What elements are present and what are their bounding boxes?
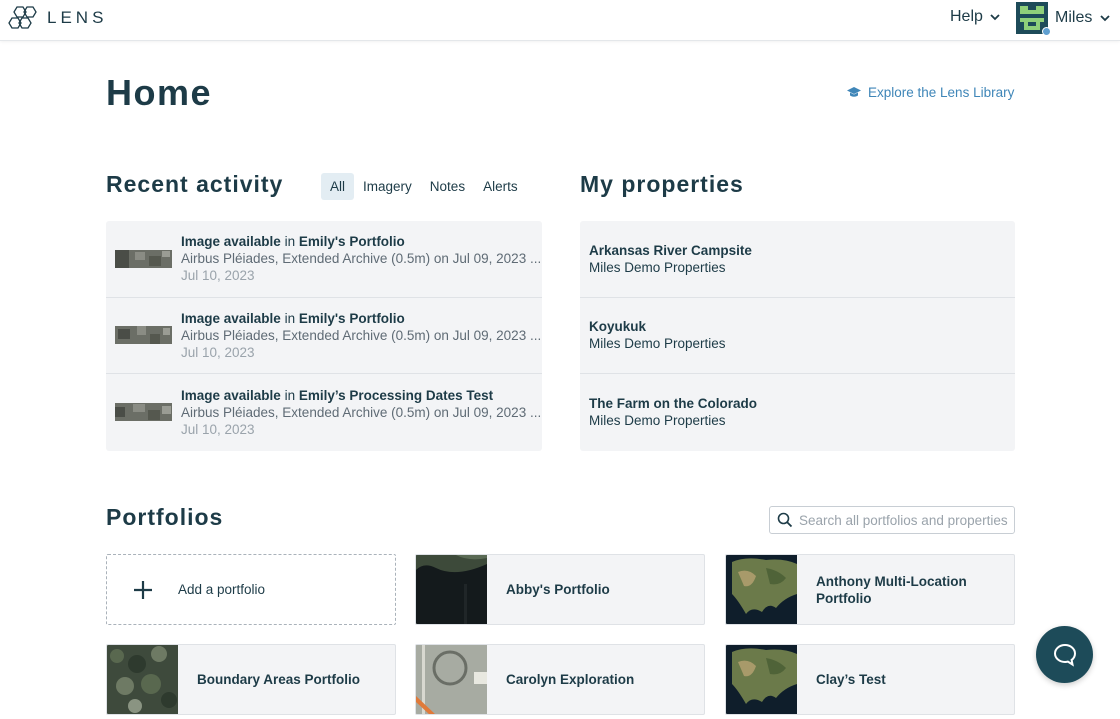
portfolio-name: Clay’s Test [816, 672, 886, 687]
portfolio-name: Boundary Areas Portfolio [197, 672, 361, 687]
imagery-thumbnail [115, 403, 172, 422]
activity-connector: in [280, 387, 299, 403]
top-bar: LENS Help Miles [0, 0, 1120, 41]
activity-connector: in [280, 310, 299, 326]
activity-target[interactable]: Emily's Portfolio [299, 234, 405, 249]
portfolio-name: Carolyn Exploration [506, 672, 635, 687]
portfolio-card[interactable]: Boundary Areas Portfolio [106, 644, 396, 715]
plus-icon [134, 580, 152, 599]
activity-detail: Airbus Pléiades, Extended Archive (0.5m)… [181, 327, 542, 343]
tab-alerts[interactable]: Alerts [474, 173, 527, 200]
chevron-down-icon [990, 14, 1000, 21]
imagery-thumbnail [115, 326, 172, 345]
activity-detail: Airbus Pléiades, Extended Archive (0.5m)… [181, 251, 542, 267]
activity-event: Image available [181, 387, 281, 403]
chat-bubble-icon [1053, 643, 1076, 667]
portfolio-card[interactable]: Carolyn Exploration [415, 644, 705, 715]
lens-logo[interactable]: LENS [8, 5, 107, 31]
property-item[interactable]: Arkansas River Campsite Miles Demo Prope… [580, 221, 1015, 298]
online-status-dot [1042, 27, 1051, 36]
portfolio-name: Abby's Portfolio [506, 582, 610, 597]
portfolio-thumbnail [726, 555, 797, 624]
activity-target[interactable]: Emily’s Processing Dates Test [299, 388, 493, 403]
activity-date: Jul 10, 2023 [181, 421, 255, 437]
activity-date: Jul 10, 2023 [181, 268, 255, 284]
add-portfolio-label: Add a portfolio [178, 582, 266, 597]
recent-activity-title: Recent activity [106, 171, 284, 197]
avatar [1016, 2, 1051, 36]
activity-event: Image available [181, 310, 281, 326]
activity-item[interactable]: Image available in Emily's Portfolio Air… [106, 221, 542, 298]
portfolio-card[interactable]: Abby's Portfolio [415, 554, 705, 625]
activity-detail: Airbus Pléiades, Extended Archive (0.5m)… [181, 404, 542, 420]
search-icon [777, 512, 793, 528]
search-input[interactable] [799, 512, 1009, 528]
property-item[interactable]: Koyukuk Miles Demo Properties [580, 298, 1015, 374]
activity-date: Jul 10, 2023 [181, 344, 255, 360]
property-name: Arkansas River Campsite [589, 242, 752, 258]
imagery-thumbnail [115, 249, 172, 268]
activity-connector: in [280, 234, 299, 250]
portfolios-title: Portfolios [106, 504, 224, 530]
property-name: Koyukuk [589, 319, 647, 335]
user-name: Miles [1055, 9, 1093, 26]
portfolio-thumbnail [416, 645, 487, 714]
tab-imagery[interactable]: Imagery [354, 173, 421, 200]
property-item[interactable]: The Farm on the Colorado Miles Demo Prop… [580, 374, 1015, 451]
logo-text: LENS [47, 8, 108, 27]
portfolio-card[interactable]: Clay’s Test [725, 644, 1015, 715]
tab-all[interactable]: All [321, 173, 355, 200]
property-group: Miles Demo Properties [589, 259, 726, 275]
graduation-cap-icon [847, 87, 861, 97]
portfolio-thumbnail [416, 555, 487, 624]
my-properties-list: Arkansas River Campsite Miles Demo Prope… [580, 221, 1015, 451]
portfolio-name: Anthony Multi-Location Portfolio [816, 573, 967, 606]
hexagon-cluster-icon [8, 6, 37, 29]
portfolio-card[interactable]: Anthony Multi-Location Portfolio [725, 554, 1015, 625]
activity-filter-tabs: All Imagery Notes Alerts [321, 173, 527, 200]
help-menu[interactable]: Help [950, 8, 1001, 26]
add-portfolio-button[interactable]: Add a portfolio [106, 554, 396, 625]
portfolio-thumbnail [726, 645, 797, 714]
user-menu[interactable]: Miles [1016, 2, 1111, 36]
property-group: Miles Demo Properties [589, 336, 726, 352]
support-chat-button[interactable] [1036, 626, 1093, 683]
explore-library-link[interactable]: Explore the Lens Library [846, 84, 1014, 100]
property-group: Miles Demo Properties [589, 413, 726, 429]
chevron-down-icon [1100, 15, 1110, 22]
portfolio-search [769, 506, 1015, 534]
recent-activity-list: Image available in Emily's Portfolio Air… [106, 221, 542, 451]
activity-item[interactable]: Image available in Emily's Portfolio Air… [106, 298, 542, 374]
portfolio-thumbnail [107, 645, 178, 714]
activity-item[interactable]: Image available in Emily’s Processing Da… [106, 374, 542, 451]
activity-target[interactable]: Emily's Portfolio [299, 311, 405, 326]
tab-notes[interactable]: Notes [421, 173, 474, 200]
help-label: Help [950, 8, 983, 25]
page-title: Home [106, 72, 213, 113]
explore-library-label: Explore the Lens Library [868, 84, 1015, 100]
property-name: The Farm on the Colorado [589, 396, 758, 412]
activity-event: Image available [181, 234, 281, 250]
my-properties-title: My properties [580, 171, 744, 197]
